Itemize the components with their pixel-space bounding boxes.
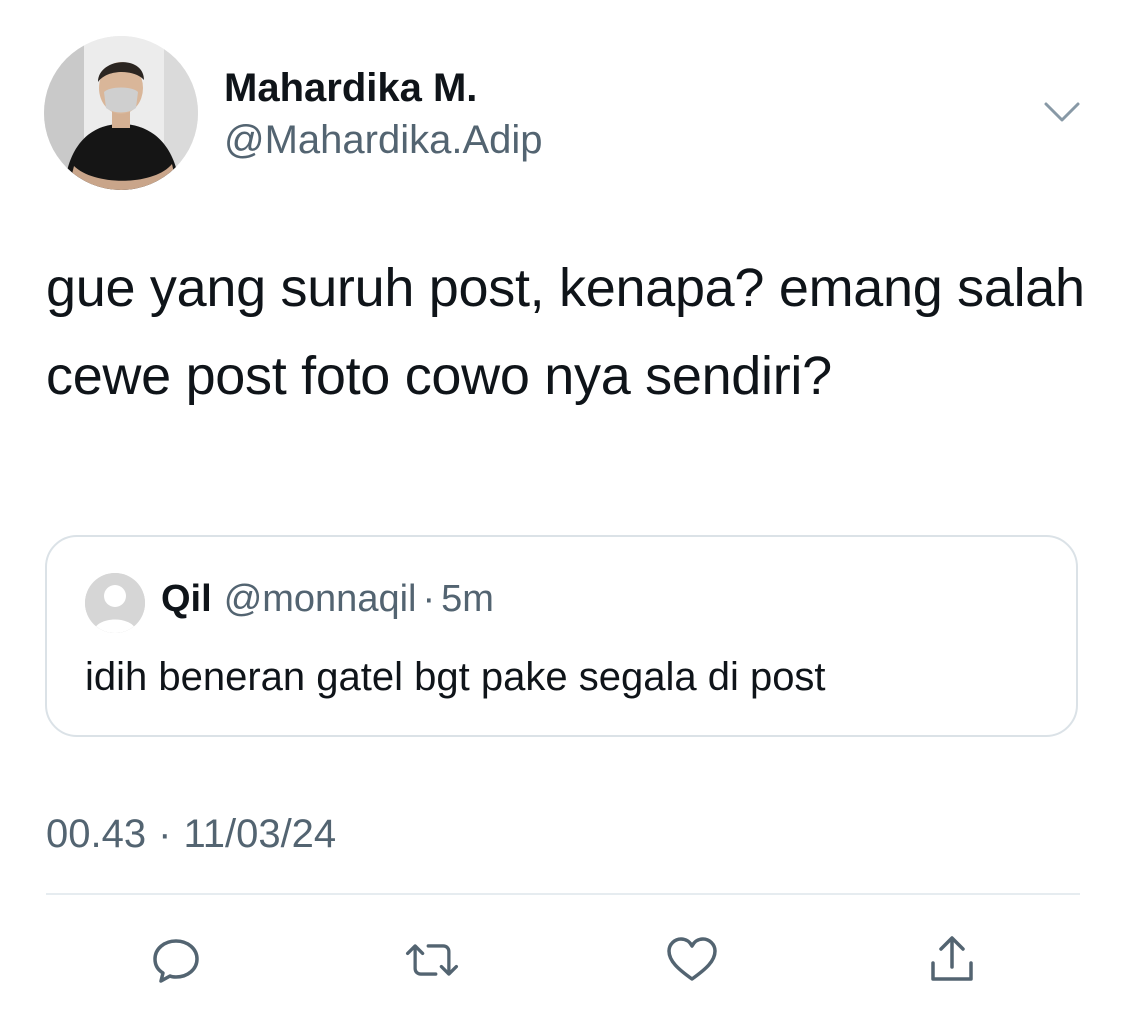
like-button[interactable] [662, 930, 722, 990]
retweet-icon [405, 944, 459, 976]
tweet-text: gue yang suruh post, kenapa? emang salah… [46, 258, 1085, 406]
quoted-tweet-header: Qil @monnaqil · 5m [161, 578, 494, 621]
quoted-separator: · [422, 578, 436, 620]
timestamp-separator: · [158, 812, 172, 856]
tweet-timestamp[interactable]: 00.43 · 11/03/24 [46, 812, 336, 857]
share-button[interactable] [922, 930, 982, 990]
author-avatar[interactable] [44, 36, 198, 190]
heart-icon [667, 937, 717, 981]
quoted-tweet-card[interactable]: Qil @monnaqil · 5m idih beneran gatel bgt p… [45, 535, 1078, 737]
reply-button[interactable] [146, 930, 206, 990]
quoted-time: 5m [441, 578, 494, 620]
chevron-down-icon[interactable] [1040, 96, 1084, 126]
divider [46, 893, 1080, 895]
timestamp-time: 00.43 [46, 812, 147, 856]
retweet-button[interactable] [402, 930, 462, 990]
reply-icon [153, 939, 199, 983]
quoted-tweet-text: idih beneran gatel bgt pake segala di po… [85, 655, 826, 699]
default-avatar-icon [85, 573, 145, 633]
quoted-display-name: Qil [161, 578, 212, 620]
author-handle[interactable]: @Mahardika.Adip [224, 118, 543, 162]
quoted-handle: @monnaqil [223, 578, 417, 620]
timestamp-date: 11/03/24 [183, 812, 337, 856]
author-display-name[interactable]: Mahardika M. [224, 66, 477, 110]
share-icon [931, 936, 973, 981]
